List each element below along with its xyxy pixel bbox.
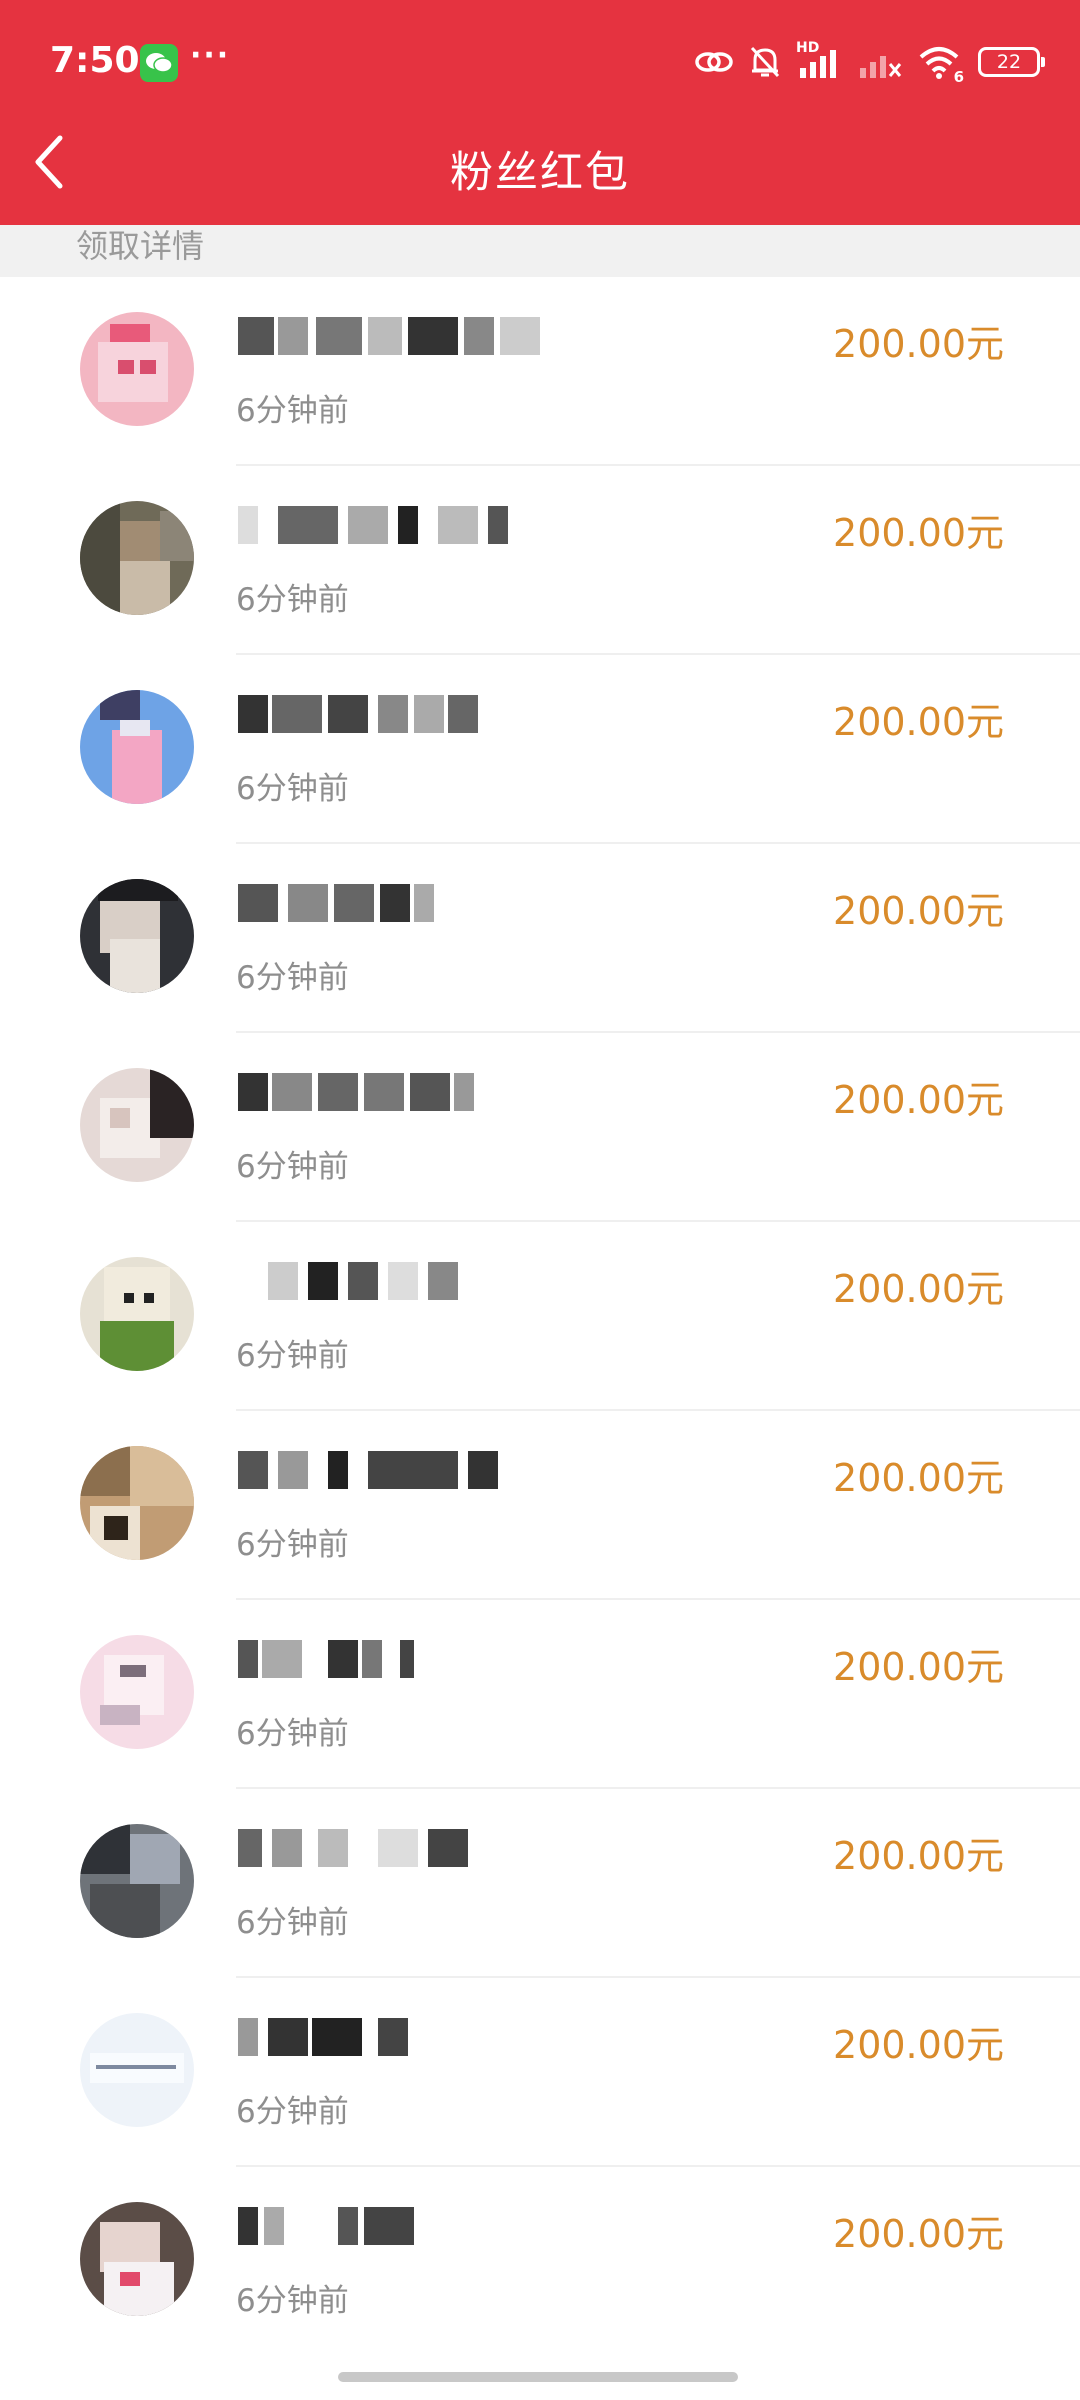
list-item[interactable]: 6分钟前 200.00元 bbox=[0, 466, 1080, 655]
link-icon bbox=[695, 52, 733, 72]
avatar bbox=[80, 2202, 194, 2316]
claim-amount: 200.00元 bbox=[833, 1078, 1004, 1122]
wifi-icon: 6 bbox=[918, 44, 964, 86]
list-item[interactable]: 6分钟前 200.00元 bbox=[0, 2167, 1080, 2356]
claim-amount: 200.00元 bbox=[833, 322, 1004, 366]
status-icons: HD 6 22 bbox=[694, 40, 1045, 86]
page-title: 粉丝红包 bbox=[450, 148, 630, 198]
list-item[interactable]: 6分钟前 200.00元 bbox=[0, 844, 1080, 1033]
claim-amount: 200.00元 bbox=[833, 2023, 1004, 2067]
list-item[interactable]: 6分钟前 200.00元 bbox=[0, 1600, 1080, 1789]
claim-amount: 200.00元 bbox=[833, 1267, 1004, 1311]
list-item[interactable]: 6分钟前 200.00元 bbox=[0, 655, 1080, 844]
user-name-redacted bbox=[238, 506, 558, 556]
avatar bbox=[80, 1635, 194, 1749]
battery-icon: 22 bbox=[978, 47, 1045, 77]
claim-amount: 200.00元 bbox=[833, 700, 1004, 744]
claim-amount: 200.00元 bbox=[833, 511, 1004, 555]
claim-time: 6分钟前 bbox=[236, 1527, 349, 1563]
mute-bell-icon bbox=[750, 46, 780, 78]
avatar bbox=[80, 1257, 194, 1371]
section-title: 领取详情 bbox=[76, 227, 205, 265]
claim-amount: 200.00元 bbox=[833, 1456, 1004, 1500]
claim-amount: 200.00元 bbox=[833, 2212, 1004, 2256]
user-name-redacted bbox=[238, 2207, 558, 2257]
user-name-redacted bbox=[238, 1640, 558, 1690]
claim-time: 6分钟前 bbox=[236, 582, 349, 618]
claim-amount: 200.00元 bbox=[833, 889, 1004, 933]
user-name-redacted bbox=[238, 1262, 558, 1312]
claim-time: 6分钟前 bbox=[236, 1716, 349, 1752]
avatar bbox=[80, 2013, 194, 2127]
user-name-redacted bbox=[238, 884, 558, 934]
avatar bbox=[80, 690, 194, 804]
list-item[interactable]: 6分钟前 200.00元 bbox=[0, 1411, 1080, 1600]
claim-time: 6分钟前 bbox=[236, 1149, 349, 1185]
list-item[interactable]: 6分钟前 200.00元 bbox=[0, 277, 1080, 466]
wechat-icon bbox=[140, 44, 178, 82]
claim-time: 6分钟前 bbox=[236, 1338, 349, 1374]
section-header: 领取详情 bbox=[0, 225, 1080, 277]
list-item[interactable]: 6分钟前 200.00元 bbox=[0, 1222, 1080, 1411]
avatar bbox=[80, 312, 194, 426]
list-item[interactable]: 6分钟前 200.00元 bbox=[0, 1033, 1080, 1222]
claim-time: 6分钟前 bbox=[236, 2283, 349, 2319]
hd-signal-icon: HD bbox=[796, 40, 844, 80]
user-name-redacted bbox=[238, 2018, 558, 2068]
claim-time: 6分钟前 bbox=[236, 960, 349, 996]
app-header: 7:50 ··· HD 6 22 粉丝红包 bbox=[0, 0, 1080, 225]
claim-time: 6分钟前 bbox=[236, 393, 349, 429]
home-indicator[interactable] bbox=[338, 2372, 738, 2382]
claim-amount: 200.00元 bbox=[833, 1834, 1004, 1878]
avatar bbox=[80, 1068, 194, 1182]
avatar bbox=[80, 1824, 194, 1938]
avatar bbox=[80, 501, 194, 615]
user-name-redacted bbox=[238, 1829, 558, 1879]
user-name-redacted bbox=[238, 317, 558, 367]
status-time: 7:50 bbox=[50, 40, 140, 81]
claim-amount: 200.00元 bbox=[833, 1645, 1004, 1689]
wifi-index: 6 bbox=[953, 68, 964, 86]
list-item[interactable]: 6分钟前 200.00元 bbox=[0, 1789, 1080, 1978]
user-name-redacted bbox=[238, 1073, 558, 1123]
list-item[interactable]: 6分钟前 200.00元 bbox=[0, 1978, 1080, 2167]
claim-list: 6分钟前 200.00元 6分钟前 200.00元 6分钟前 200.00元 6… bbox=[0, 277, 1080, 2356]
avatar bbox=[80, 1446, 194, 1560]
claim-time: 6分钟前 bbox=[236, 771, 349, 807]
claim-time: 6分钟前 bbox=[236, 1905, 349, 1941]
notification-dots: ··· bbox=[190, 38, 231, 73]
signal-x-icon bbox=[860, 56, 902, 78]
user-name-redacted bbox=[238, 1451, 558, 1501]
user-name-redacted bbox=[238, 695, 558, 745]
claim-time: 6分钟前 bbox=[236, 2094, 349, 2130]
avatar bbox=[80, 879, 194, 993]
